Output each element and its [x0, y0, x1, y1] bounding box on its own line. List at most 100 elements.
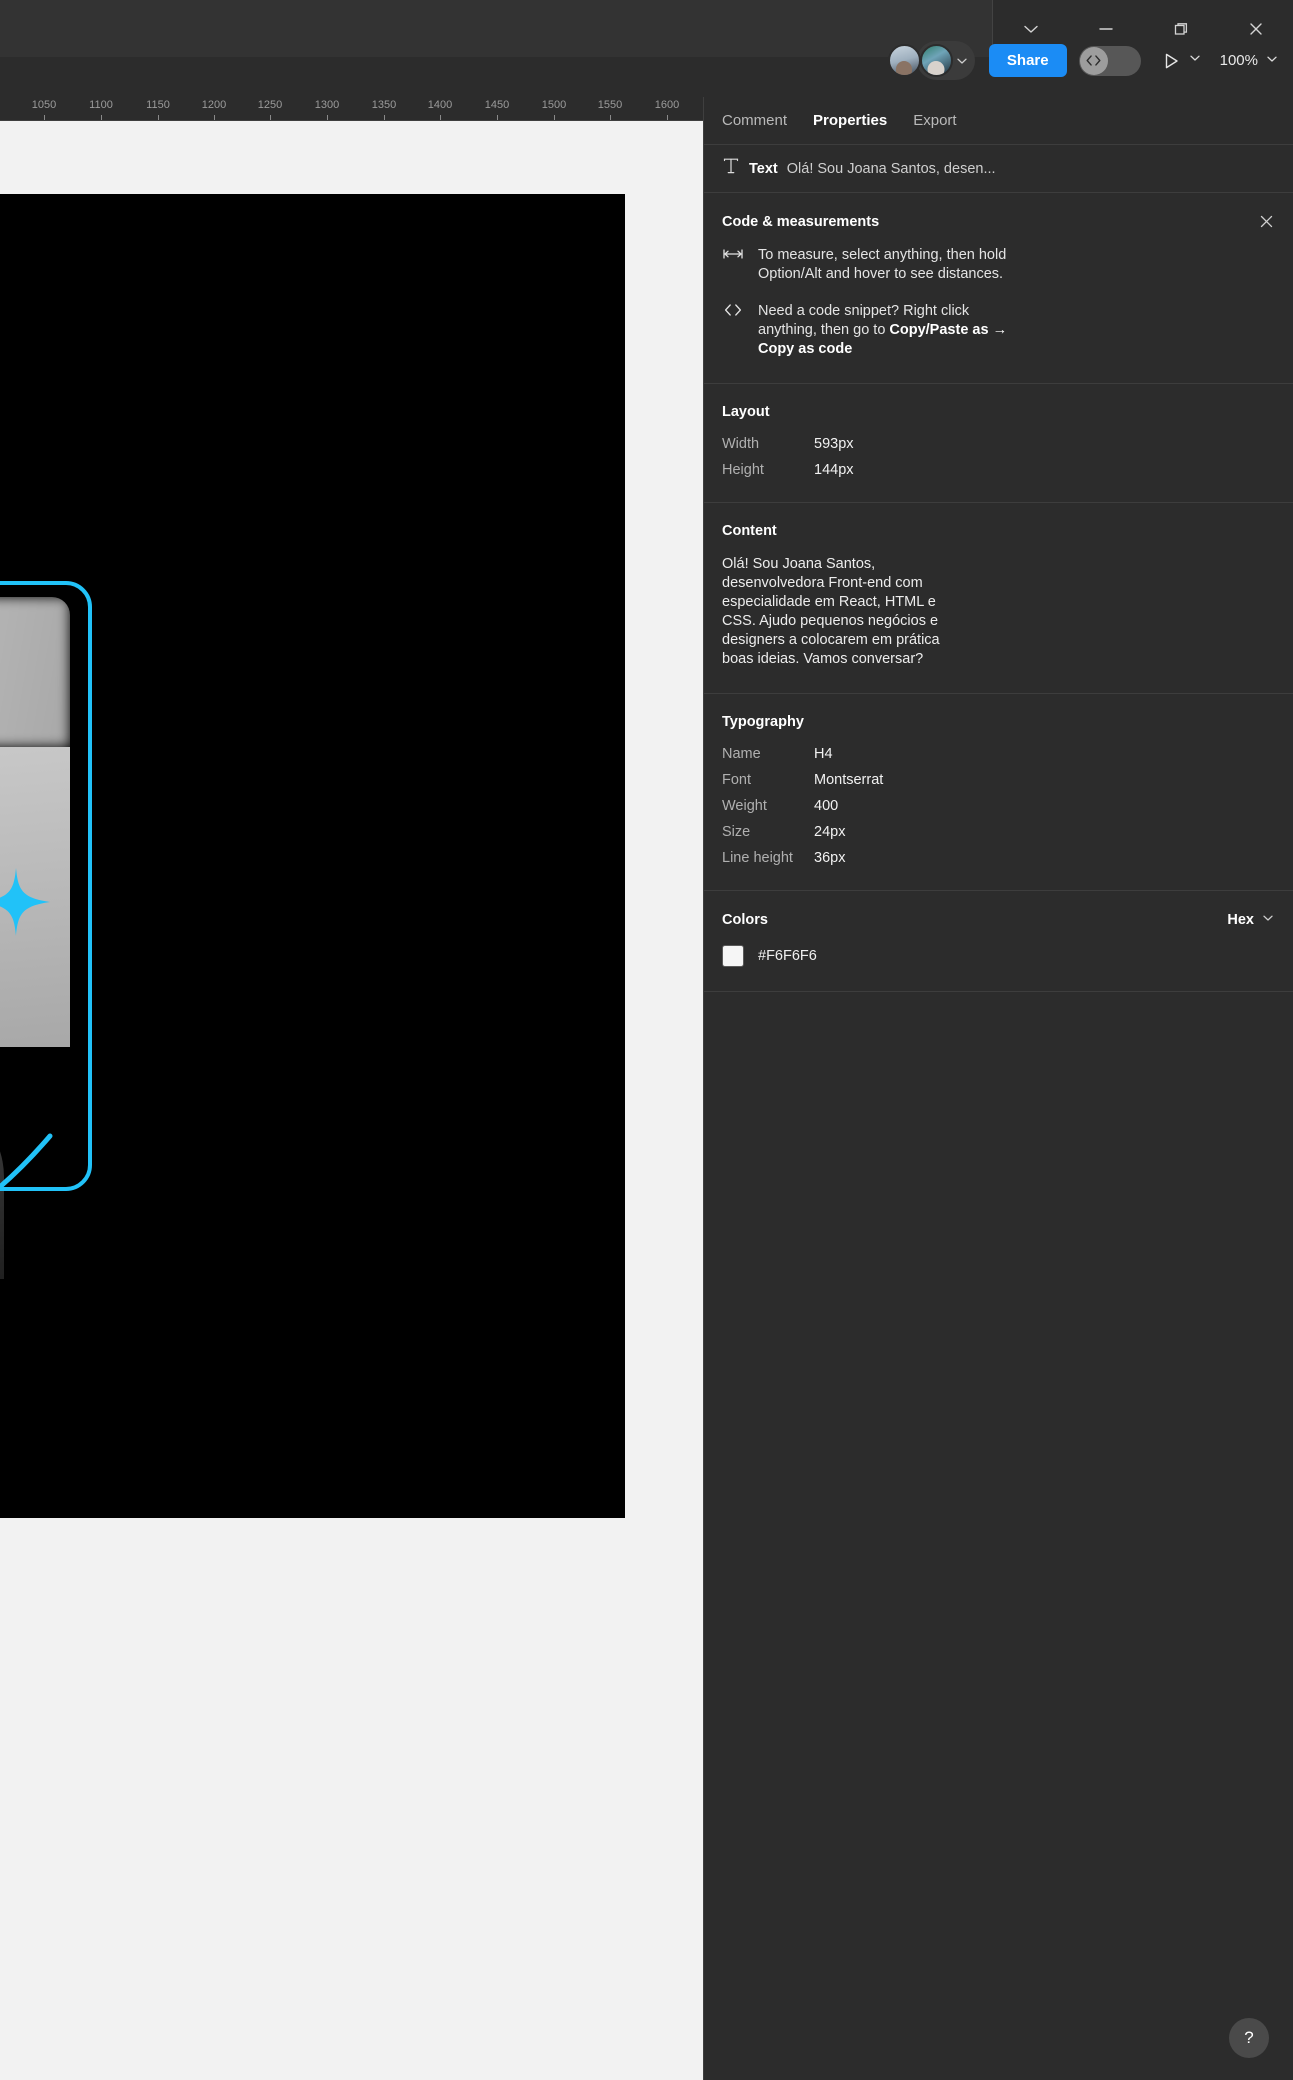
content-section: Content Olá! Sou Joana Santos, desenvolv…	[704, 503, 1293, 694]
ruler-tick-label: 1500	[541, 99, 567, 111]
color-swatch	[722, 945, 744, 967]
layout-row-height: Height 144px	[722, 462, 1275, 478]
typography-key: Weight	[722, 798, 767, 814]
measure-icon	[722, 246, 744, 284]
ruler-tick-mark	[497, 115, 498, 120]
layout-value[interactable]: 144px	[814, 462, 854, 478]
horizontal-ruler: 1050 1100 1150 1200 1250 1300 1350 1400 1450 1500…	[0, 97, 703, 121]
ruler-tick-label: 1450	[484, 99, 510, 111]
ruler-tick-label: 1300	[314, 99, 340, 111]
content-header: Content	[722, 523, 1275, 539]
text-icon	[722, 157, 740, 180]
toolbar-right-group: Share 100%	[887, 41, 1279, 80]
color-format-label: Hex	[1227, 912, 1254, 928]
dev-mode-toggle[interactable]	[1078, 45, 1141, 76]
avatar[interactable]	[887, 44, 921, 77]
present-button[interactable]	[1161, 51, 1202, 71]
ruler-tick-mark	[44, 115, 45, 120]
selection-summary-row[interactable]: Text Olá! Sou Joana Santos, desen...	[704, 145, 1293, 193]
ruler-tick-mark	[101, 115, 102, 120]
ruler-tick-mark	[667, 115, 668, 120]
section-title: Code & measurements	[722, 213, 880, 230]
section-title: Content	[722, 523, 777, 539]
tab-export[interactable]: Export	[913, 110, 956, 131]
ruler-tick-label: 1600	[654, 99, 680, 111]
tab-properties[interactable]: Properties	[813, 110, 887, 131]
selection-type-label: Text	[749, 160, 778, 177]
color-hex-label[interactable]: #F6F6F6	[758, 948, 817, 964]
title-bar-left-region	[0, 0, 993, 57]
typography-row-line-height: Line height 36px	[722, 850, 1275, 866]
typography-row-font: Font Montserrat	[722, 772, 1275, 788]
typography-value[interactable]: 400	[814, 798, 838, 814]
measure-tip: To measure, select anything, then hold O…	[722, 246, 1275, 284]
typography-key: Font	[722, 772, 752, 788]
chevron-down-icon	[955, 54, 969, 68]
ruler-tick-mark	[327, 115, 328, 120]
code-brackets-icon	[1079, 46, 1108, 75]
typography-row-size: Size 24px	[722, 824, 1275, 840]
ruler-tick-label: 1050	[31, 99, 57, 111]
ruler-tick-mark	[610, 115, 611, 120]
measure-tip-text: To measure, select anything, then hold O…	[758, 246, 1016, 284]
tab-comment[interactable]: Comment	[722, 110, 787, 131]
code-measurements-section: Code & measurements To measure, select a…	[704, 193, 1293, 384]
ruler-tick-label: 1350	[371, 99, 397, 111]
ruler-tick-mark	[384, 115, 385, 120]
content-text-value[interactable]: Olá! Sou Joana Santos, desenvolvedora Fr…	[722, 555, 968, 669]
typography-value[interactable]: 36px	[814, 850, 845, 866]
avatar[interactable]	[919, 44, 953, 77]
colors-section: Colors Hex #F6F6F6	[704, 891, 1293, 992]
typography-value[interactable]: Montserrat	[814, 772, 883, 788]
ruler-tick-label: 1400	[427, 99, 453, 111]
measure-tip-text-plain: To measure, select anything, then hold O…	[758, 247, 1007, 282]
typography-value[interactable]: H4	[814, 746, 833, 762]
code-brackets-icon	[722, 302, 744, 359]
typography-row-name: Name H4	[722, 746, 1275, 762]
ruler-tick-label: 1150	[146, 99, 170, 111]
figma-app-window: Share 100% 1050 1100 1150 1200 1250 1300…	[0, 0, 1293, 2080]
share-button[interactable]: Share	[988, 44, 1067, 77]
ruler-tick-label: 1550	[597, 99, 623, 111]
code-snippet-tip: Need a code snippet? Right click anythin…	[722, 302, 1275, 359]
close-icon[interactable]	[1258, 213, 1275, 230]
zoom-level-label: 100%	[1219, 52, 1258, 69]
section-title: Layout	[722, 404, 770, 420]
typography-section: Typography Name H4 Font Montserrat Weigh…	[704, 694, 1293, 891]
right-inspector-panel: Comment Properties Export Text Olá! Sou …	[703, 97, 1293, 2080]
layout-key: Width	[722, 436, 760, 452]
color-format-select[interactable]: Hex	[1227, 911, 1275, 929]
collaborator-avatars	[887, 41, 975, 80]
panel-tab-bar: Comment Properties Export	[704, 97, 1293, 145]
zoom-control[interactable]: 100%	[1220, 52, 1279, 70]
section-title: Colors	[722, 912, 768, 928]
code-measurements-header: Code & measurements	[722, 213, 1275, 230]
ruler-tick-mark	[554, 115, 555, 120]
layout-value[interactable]: 593px	[814, 436, 854, 452]
typography-key: Line height	[722, 850, 793, 866]
typography-key: Name	[722, 746, 761, 762]
layout-row-width: Width 593px	[722, 436, 1275, 452]
layout-key: Height	[722, 462, 764, 478]
ruler-tick-label: 1100	[89, 99, 113, 111]
layout-header: Layout	[722, 404, 1275, 420]
layout-section: Layout Width 593px Height 144px	[704, 384, 1293, 503]
ruler-tick-mark	[158, 115, 159, 120]
color-item-row[interactable]: #F6F6F6	[722, 945, 1275, 967]
design-canvas[interactable]: ls	[0, 121, 703, 2080]
help-button[interactable]: ?	[1229, 2018, 1269, 2058]
ruler-tick-mark	[270, 115, 271, 120]
typography-header: Typography	[722, 714, 1275, 730]
colors-header: Colors Hex	[722, 911, 1275, 929]
chevron-down-icon	[1261, 911, 1275, 929]
chevron-down-icon	[1265, 52, 1279, 70]
code-snippet-tip-text: Need a code snippet? Right click anythin…	[758, 302, 1016, 359]
typography-row-weight: Weight 400	[722, 798, 1275, 814]
selection-value-label: Olá! Sou Joana Santos, desen...	[786, 160, 996, 177]
avatar-group-menu[interactable]	[916, 41, 975, 80]
selection-outline[interactable]	[0, 581, 92, 1191]
typography-value[interactable]: 24px	[814, 824, 845, 840]
ruler-tick-mark	[214, 115, 215, 120]
ruler-tick-label: 1250	[257, 99, 283, 111]
artboard-frame[interactable]: ls	[0, 194, 625, 1518]
